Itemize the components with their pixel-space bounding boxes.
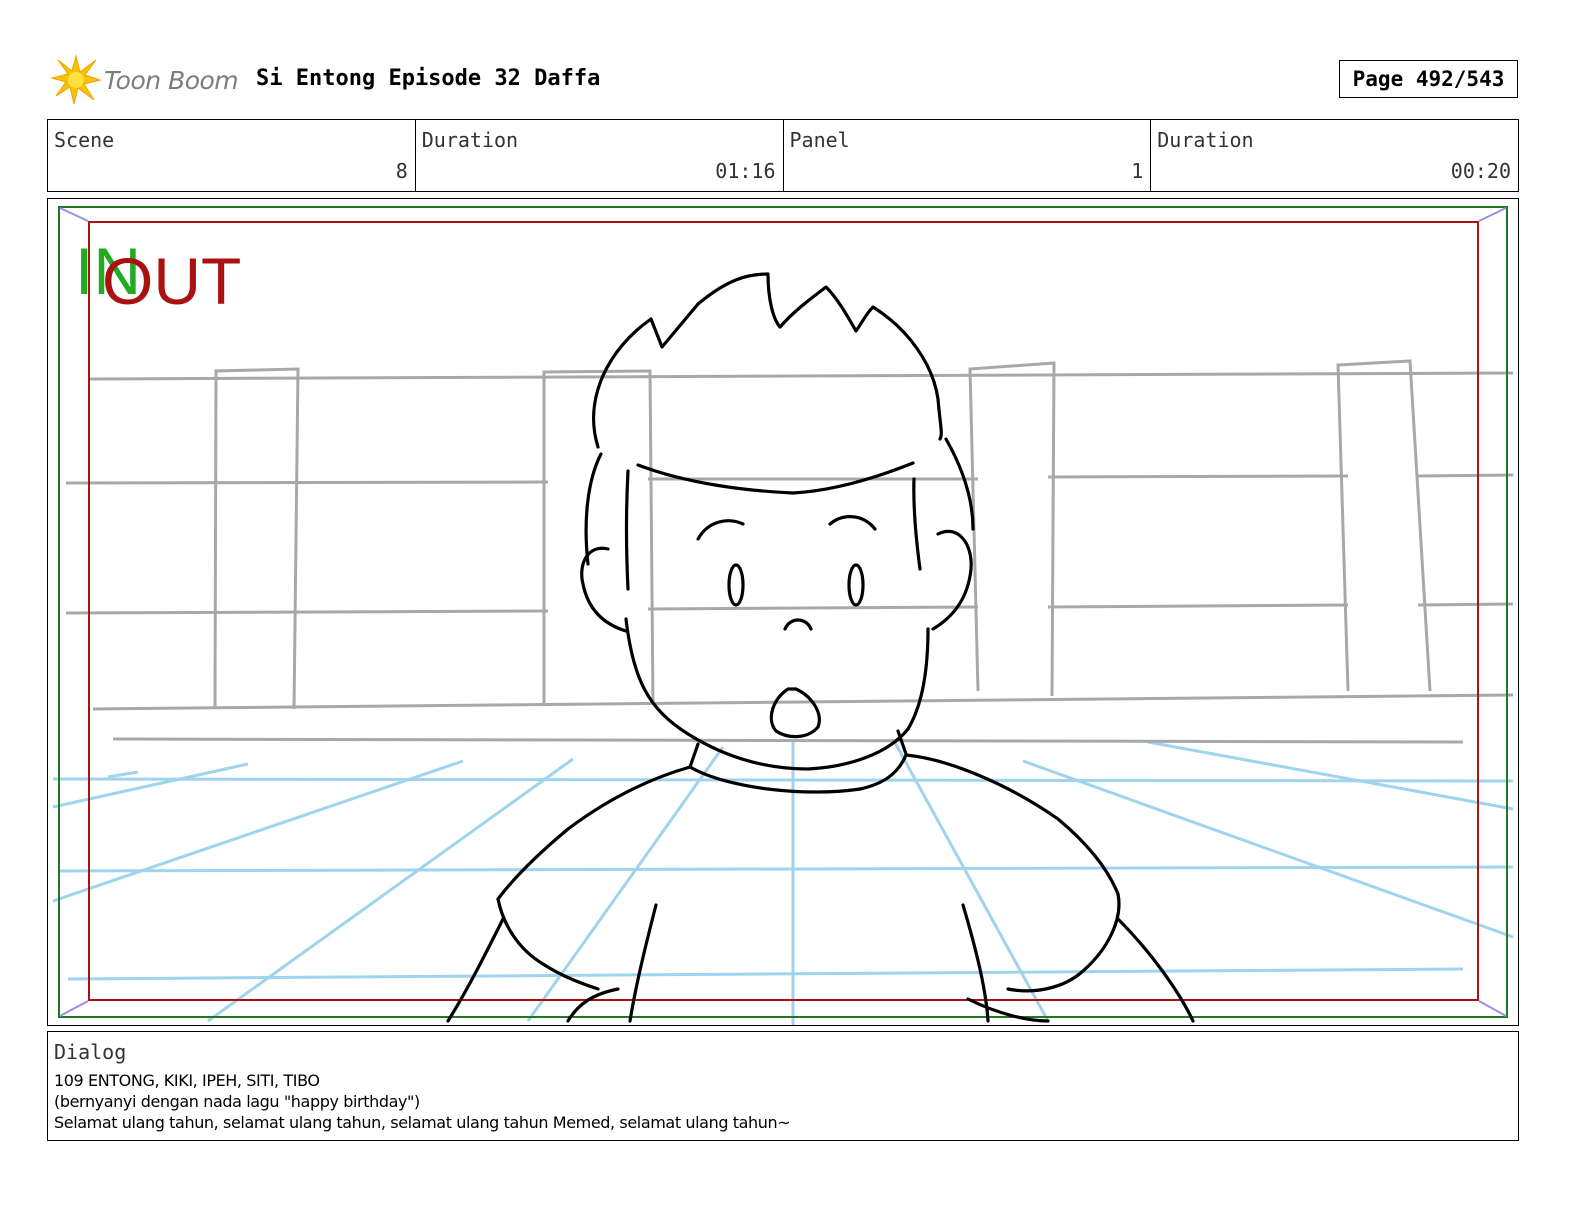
- perspective-guides: [52, 738, 1514, 1025]
- dialog-line-speech: Selamat ulang tahun, selamat ulang tahun…: [54, 1113, 791, 1132]
- panel-duration-label: Duration: [1157, 128, 1254, 152]
- background-wall: [65, 359, 1514, 744]
- dialog-section: Dialog 109 ENTONG, KIKI, IPEH, SITI, TIB…: [47, 1031, 1519, 1141]
- dialog-text: 109 ENTONG, KIKI, IPEH, SITI, TIBO (bern…: [54, 1070, 791, 1133]
- panel-drawing: IN OUT: [52, 206, 1514, 1025]
- storyboard-panel: IN OUT: [47, 198, 1519, 1026]
- toon-boom-logo: Toon Boom: [50, 52, 250, 108]
- logo-text: Toon Boom: [104, 66, 239, 95]
- scene-cell: Scene 8: [48, 120, 416, 191]
- dialog-line-character: 109 ENTONG, KIKI, IPEH, SITI, TIBO: [54, 1071, 320, 1090]
- scene-label: Scene: [54, 128, 115, 152]
- scene-duration-cell: Duration 01:16: [416, 120, 784, 191]
- character-sketch: [446, 272, 1195, 1023]
- panel-info-row: Scene 8 Duration 01:16 Panel 1 Duration …: [47, 119, 1519, 192]
- panel-value: 1: [1131, 159, 1144, 183]
- panel-duration-value: 00:20: [1450, 159, 1511, 183]
- dialog-label: Dialog: [54, 1040, 127, 1064]
- panel-cell: Panel 1: [784, 120, 1152, 191]
- starburst-icon: [50, 54, 102, 105]
- out-marker: OUT: [102, 244, 241, 318]
- dialog-line-direction: (bernyanyi dengan nada lagu "happy birth…: [54, 1092, 420, 1111]
- panel-duration-cell: Duration 00:20: [1151, 120, 1518, 191]
- scene-duration-value: 01:16: [715, 159, 776, 183]
- page-indicator: Page 492/543: [1339, 60, 1518, 98]
- scene-value: 8: [395, 159, 408, 183]
- panel-label: Panel: [789, 128, 850, 152]
- project-title: Si Entong Episode 32 Daffa: [256, 66, 601, 91]
- scene-duration-label: Duration: [421, 128, 519, 152]
